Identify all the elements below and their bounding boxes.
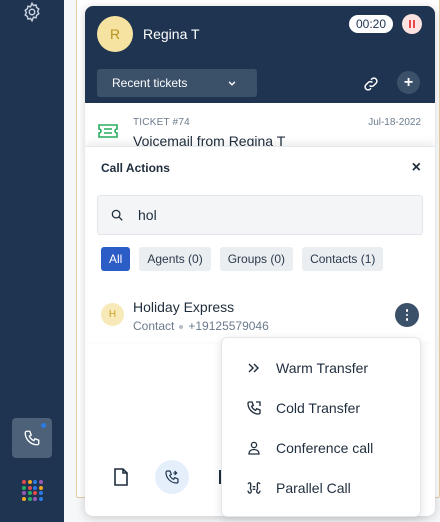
menu-item-cold-transfer[interactable]: Cold Transfer [222,388,422,428]
menu-item-label: Conference call [276,440,374,456]
contact-name: Holiday Express [133,299,235,315]
app-dot [38,491,43,495]
caller-avatar: R [97,16,133,52]
app-dot [22,496,26,501]
app-dot [33,480,37,484]
app-dot [27,485,32,490]
ticket-row[interactable]: TICKET #74 Jul-18-2022 Voicemail from Re… [85,103,435,151]
contact-meta: Contact +19125579046 [133,319,269,333]
app-dot [22,491,26,495]
app-dot [33,485,37,490]
recent-tickets-label: Recent tickets [112,76,188,90]
menu-item-label: Warm Transfer [276,360,369,376]
more-options-button[interactable] [395,303,419,327]
contact-type: Contact [133,319,175,333]
search-box [97,195,423,235]
app-dot [22,485,26,490]
call-header: R Regina T 00:20 Recent tickets + [85,6,435,103]
transfer-menu: Warm Transfer Cold Transfer Conference c… [221,337,421,517]
app-dot [27,491,32,495]
ticket-number: TICKET #74 [133,117,190,128]
contact-result[interactable]: H Holiday Express Contact +19125579046 [85,291,435,341]
call-actions-panel: Call Actions × All Agents (0) Groups (0)… [85,146,435,342]
phone-parallel-icon [247,482,261,494]
document-icon[interactable] [113,468,129,486]
caller-name: Regina T [143,26,200,42]
double-chevron-right-icon [248,363,259,373]
menu-item-label: Parallel Call [276,480,351,496]
ticket-date: Jul-18-2022 [368,117,421,128]
contact-avatar: H [101,303,124,326]
separator-dot [179,324,184,329]
app-sidebar [0,0,64,522]
link-icon[interactable] [362,75,380,93]
app-dot [27,496,32,501]
menu-item-parallel-call[interactable]: Parallel Call [222,468,422,508]
phone-icon [24,430,40,446]
chevron-down-icon [228,81,236,86]
search-icon [111,209,123,221]
app-dot [33,496,37,501]
phone-transfer-icon [165,470,179,484]
filter-all[interactable]: All [101,247,131,271]
call-transfer-button[interactable] [155,460,189,494]
phone-forward-icon [247,401,261,415]
app-dot [38,485,43,490]
app-dot [38,480,43,484]
app-dot [38,496,43,501]
search-input[interactable] [138,204,408,226]
filter-contacts[interactable]: Contacts (1) [302,247,384,271]
app-dot [22,480,26,484]
call-actions-title: Call Actions [101,161,170,175]
recent-tickets-dropdown[interactable]: Recent tickets [97,69,257,97]
close-icon[interactable]: × [412,160,421,176]
app-dot [27,480,32,484]
ticket-icon [98,124,118,138]
gear-icon[interactable] [21,1,43,23]
filter-agents[interactable]: Agents (0) [139,247,211,271]
notification-dot [40,422,47,429]
filter-tabs: All Agents (0) Groups (0) Contacts (1) [101,247,392,271]
menu-item-label: Cold Transfer [276,400,361,416]
menu-item-warm-transfer[interactable]: Warm Transfer [222,348,422,388]
menu-item-conference-call[interactable]: Conference call [222,428,422,468]
app-dot [33,491,37,495]
phone-app-button[interactable] [12,418,52,458]
contact-phone: +19125579046 [188,319,269,333]
add-button[interactable]: + [397,71,420,94]
person-icon [248,441,260,455]
call-timer: 00:20 [349,15,393,33]
app-switcher-icon[interactable] [22,480,43,501]
filter-groups[interactable]: Groups (0) [219,247,294,271]
hold-button[interactable] [402,14,422,34]
